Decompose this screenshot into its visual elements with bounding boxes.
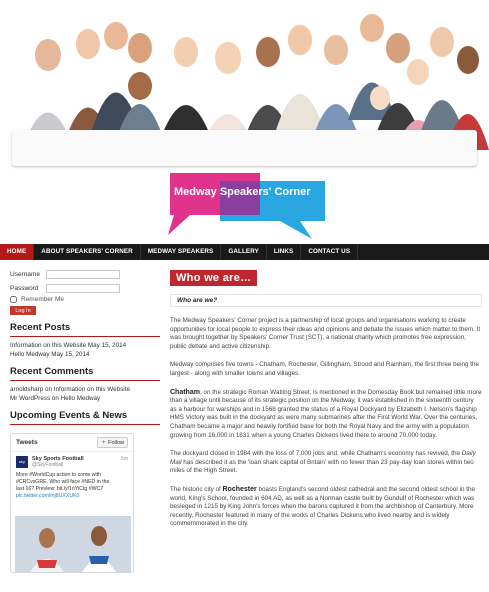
twitter-follow-label: Follow [108, 439, 124, 446]
twitter-header: Tweets ✦ Follow [11, 434, 133, 452]
recent-post-item[interactable]: Information on this Website May 15, 2014 [10, 341, 160, 350]
main-content: Who we are… Who are we? The Medway Speak… [170, 270, 482, 529]
recent-posts-title: Recent Posts [10, 322, 160, 337]
nav-home[interactable]: HOME [0, 244, 35, 260]
username-row: Username [10, 268, 160, 280]
subheading-box: Who are we? [170, 294, 482, 307]
remember-me[interactable]: Remember Me [10, 296, 160, 303]
tweet-time[interactable]: 5m [121, 456, 128, 468]
chatham-lead: Chatham [170, 388, 200, 396]
login-button[interactable]: Log In [10, 306, 36, 315]
logo-text: Medway Speakers' Corner [174, 186, 311, 198]
username-label: Username [10, 270, 40, 278]
recent-comments-list: arnoldsharp on Information on this Websi… [10, 385, 160, 403]
rochester-paragraph: The historic city of Rochester boasts En… [170, 486, 482, 529]
tweet-line: #CRCvsGRE. Who will face #NED in the [16, 479, 110, 485]
sign-board [12, 130, 477, 166]
tweet-text: More #WorldCup action to come with #CRCv… [11, 472, 133, 500]
remember-me-label: Remember Me [21, 296, 64, 303]
username-input[interactable] [46, 269, 120, 279]
recent-comments-title: Recent Comments [10, 366, 160, 381]
rochester-text-a: The historic city of [170, 485, 223, 493]
events-title: Upcoming Events & News [10, 410, 160, 425]
tweet-image-graphic [15, 516, 131, 572]
tweet-line: last 16? Preview: bit.ly/1oYiCtg #WC7 [16, 486, 104, 492]
tweet-line: More #WorldCup action to come with [16, 472, 101, 478]
subheading: Who are we? [177, 297, 218, 304]
tweet-author: sky Sky Sports Football @SkyFootball 5m [11, 452, 133, 472]
towns-paragraph: Medway comprises five towns - Chatham, R… [170, 361, 480, 377]
dockyard-text-a: The dockyard closed in 1984 with the los… [170, 450, 462, 458]
nav-about-speakers-corner[interactable]: ABOUT SPEAKERS' CORNER [34, 244, 141, 260]
speech-bubbles-logo [168, 173, 325, 239]
password-label: Password [10, 284, 39, 292]
tweet-handle[interactable]: @SkyFootball [32, 462, 84, 468]
nav-contact-us[interactable]: CONTACT US [301, 244, 359, 260]
nav-medway-speakers[interactable]: MEDWAY SPEAKERS [141, 244, 222, 260]
remember-me-checkbox[interactable] [10, 296, 17, 303]
twitter-bird-icon: ✦ [101, 440, 107, 446]
recent-comment-item[interactable]: Mr WordPress on Hello Medway [10, 394, 160, 403]
password-row: Password [10, 282, 160, 294]
main-nav: HOME ABOUT SPEAKERS' CORNER MEDWAY SPEAK… [0, 244, 489, 260]
rochester-lead: Rochester [222, 485, 257, 493]
sidebar: Username Password Remember Me Log In Rec… [10, 268, 160, 573]
recent-posts-list: Information on this Website May 15, 2014… [10, 341, 160, 359]
password-input[interactable] [46, 283, 120, 293]
twitter-follow-button[interactable]: ✦ Follow [97, 437, 128, 448]
tweet-pic-link[interactable]: pic.twitter.com/mj8UXXUK0 [16, 493, 128, 500]
tweet-image[interactable] [15, 516, 131, 572]
dockyard-paragraph: The dockyard closed in 1984 with the los… [170, 450, 482, 476]
header-banner: Medway Speakers' Corner [0, 0, 489, 243]
intro-paragraph: The Medway Speakers' Corner project is a… [170, 317, 481, 350]
recent-comment-item[interactable]: arnoldsharp on Information on this Websi… [10, 385, 160, 394]
page-title: Who we are… [170, 270, 258, 286]
tweet-avatar[interactable]: sky [16, 456, 28, 468]
nav-gallery[interactable]: GALLERY [221, 244, 267, 260]
dockyard-text-b: has described it as the 'loan shark capi… [170, 458, 474, 475]
twitter-widget: Tweets ✦ Follow sky Sky Sports Football … [10, 433, 134, 573]
tweet-author-info: Sky Sports Football @SkyFootball [32, 456, 84, 468]
chatham-text: , on the strategic Roman Watling Street,… [170, 388, 482, 439]
chatham-paragraph: Chatham, on the strategic Roman Watling … [170, 389, 482, 441]
twitter-title: Tweets [16, 439, 38, 446]
recent-post-item[interactable]: Hello Medway May 15, 2014 [10, 350, 160, 359]
nav-links[interactable]: LINKS [267, 244, 302, 260]
